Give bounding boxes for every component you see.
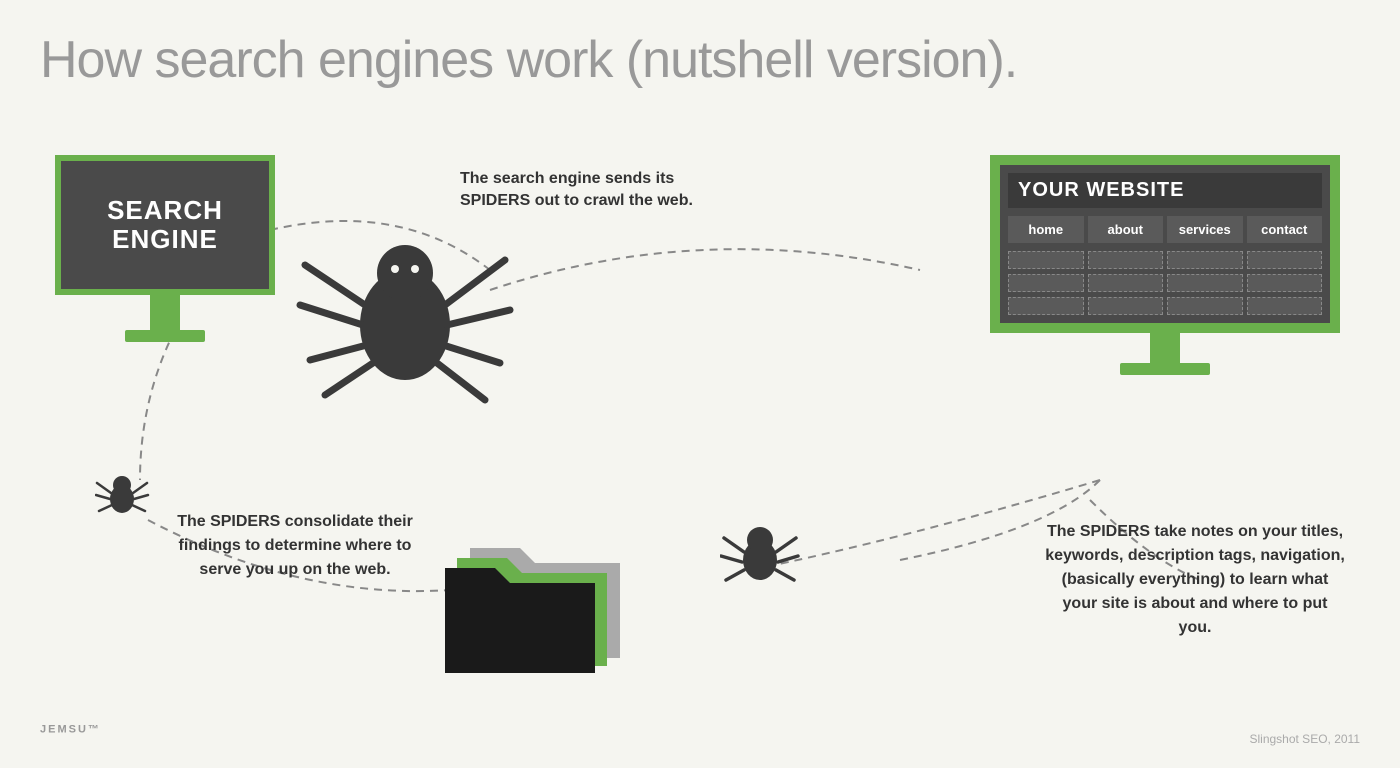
content-row-3: [1008, 297, 1322, 315]
content-cell: [1167, 297, 1243, 315]
nav-about: about: [1088, 216, 1164, 243]
nav-home: home: [1008, 216, 1084, 243]
content-row-1: [1008, 251, 1322, 269]
content-cell: [1088, 274, 1164, 292]
monitor-stand-neck: [150, 295, 180, 330]
website-title: YOUR WEBSITE: [1008, 173, 1322, 208]
website-monitor: YOUR WEBSITE home about services contact: [990, 155, 1340, 375]
jemsu-logo: JEMSU™: [40, 723, 101, 746]
nav-contact: contact: [1247, 216, 1323, 243]
website-screen-inner: YOUR WEBSITE home about services contact: [1000, 165, 1330, 323]
annotation-bottom-right: The SPIDERS take notes on your titles, k…: [1045, 520, 1345, 640]
website-nav: home about services contact: [1008, 216, 1322, 243]
content-cell: [1247, 297, 1323, 315]
website-stand-neck: [1150, 333, 1180, 363]
content-cell: [1008, 297, 1084, 315]
content-cell: [1088, 297, 1164, 315]
content-cell: [1167, 251, 1243, 269]
content-cell: [1008, 251, 1084, 269]
content-cell: [1167, 274, 1243, 292]
website-screen: YOUR WEBSITE home about services contact: [990, 155, 1340, 333]
website-content: [1008, 251, 1322, 315]
spider-small-left: [95, 465, 150, 520]
spider-large: [295, 185, 515, 415]
content-cell: [1008, 274, 1084, 292]
monitor-label: SEARCH ENGINE: [107, 196, 223, 253]
website-stand-base: [1120, 363, 1210, 375]
content-row-2: [1008, 274, 1322, 292]
content-cell: [1088, 251, 1164, 269]
annotation-bottom-left: The SPIDERS consolidate their findings t…: [160, 510, 430, 582]
page-title: How search engines work (nutshell versio…: [40, 30, 1017, 90]
annotation-top: The search engine sends its SPIDERS out …: [460, 168, 720, 213]
content-cell: [1247, 251, 1323, 269]
monitor-screen: SEARCH ENGINE: [55, 155, 275, 295]
attribution: Slingshot SEO, 2011: [1249, 732, 1360, 746]
nav-services: services: [1167, 216, 1243, 243]
spider-small-center: [720, 510, 800, 590]
monitor-stand-base: [125, 330, 205, 342]
search-engine-diagram: SEARCH ENGINE: [55, 155, 275, 342]
content-cell: [1247, 274, 1323, 292]
folder-stack: [435, 498, 635, 678]
